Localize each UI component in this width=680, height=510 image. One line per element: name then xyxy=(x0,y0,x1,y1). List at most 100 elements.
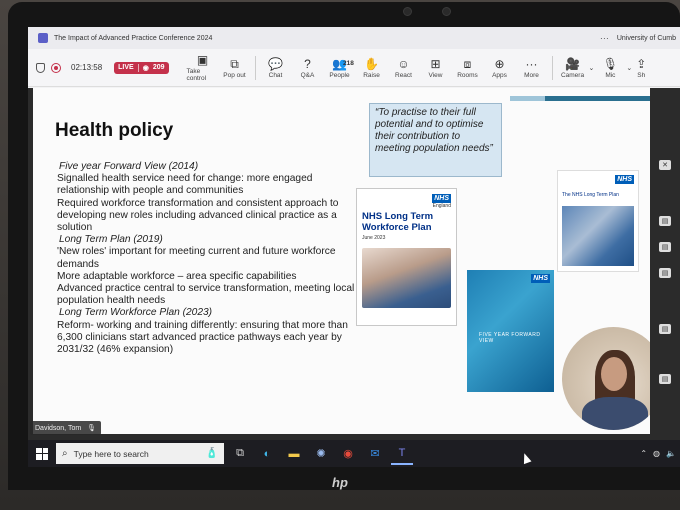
raise-hand-button[interactable]: ✋ Raise xyxy=(356,51,388,85)
muted-mic-icon-tag: 🎙 xyxy=(87,425,97,432)
pop-out-icon: ⧉ xyxy=(230,56,239,71)
meeting-stage: Health policy Five year Forward View (20… xyxy=(28,88,680,440)
nhs-logo-3: NHS xyxy=(615,175,634,184)
more-icon: ··· xyxy=(525,56,538,71)
take-control-icon: ▣ xyxy=(196,53,209,67)
apps-button[interactable]: ⊕ Apps xyxy=(484,51,516,85)
live-separator xyxy=(137,63,139,72)
chat-icon: 💬 xyxy=(268,56,283,71)
search-highlight-icon: 🧴 xyxy=(205,448,218,459)
workforce-plan-cover: NHS England NHS Long Term Workforce Plan… xyxy=(356,188,457,326)
title-more-icon[interactable]: ··· xyxy=(600,33,609,43)
file-explorer-icon[interactable]: ▬ xyxy=(283,443,305,465)
chrome-icon[interactable]: ◉ xyxy=(337,443,359,465)
participant-tile-icon[interactable]: ▤ xyxy=(659,216,671,226)
settings-icon[interactable]: ✺ xyxy=(310,443,332,465)
outlook-icon[interactable]: ✉ xyxy=(364,443,386,465)
quote-box: “To practise to their full potential and… xyxy=(369,103,502,177)
toolbar-divider xyxy=(254,55,256,80)
shield-icon[interactable] xyxy=(36,62,45,73)
meeting-timer: 02:13:58 xyxy=(71,63,103,72)
rooms-button[interactable]: ⧈ Rooms xyxy=(452,51,484,85)
presenter-face xyxy=(601,357,627,391)
raise-hand-icon: ✋ xyxy=(364,56,379,71)
task-view-icon[interactable]: ⧉ xyxy=(229,443,251,465)
share-icon: ⇪ xyxy=(636,56,647,71)
long-term-plan-image xyxy=(562,206,634,266)
slide-bullet: Signalled health service need for change… xyxy=(57,173,313,197)
presenter-body xyxy=(582,397,648,430)
presentation-slide: Health policy Five year Forward View (20… xyxy=(33,88,665,434)
chat-button[interactable]: 💬 Chat xyxy=(260,51,292,85)
webcam-sensor xyxy=(442,7,451,16)
slide-title: Health policy xyxy=(55,120,174,141)
slide-bullet: Reform- working and training differently… xyxy=(57,319,348,356)
organization-name[interactable]: University of Cumb xyxy=(617,35,676,42)
nhs-england-label: England xyxy=(432,203,451,209)
react-button[interactable]: ☺ React xyxy=(388,51,420,85)
slide-bullet: More adaptable workforce – area specific… xyxy=(57,270,297,282)
cover-photo-image xyxy=(362,248,451,308)
taskbar-search-input[interactable]: ⌕ Type here to search 🧴 xyxy=(56,443,224,464)
live-badge[interactable]: LIVE ◉ 209 xyxy=(114,61,169,74)
windows-start-icon[interactable] xyxy=(36,447,48,460)
people-button[interactable]: 👥 218 People xyxy=(324,51,356,85)
live-label: LIVE xyxy=(118,64,134,71)
chevron-up-icon[interactable]: ⌃ xyxy=(640,449,647,458)
slide-bullet: Advanced practice central to service tra… xyxy=(57,283,355,307)
webcam-lens xyxy=(403,7,412,16)
qa-button[interactable]: ? Q&A xyxy=(292,51,324,85)
meeting-toolbar: 02:13:58 LIVE ◉ 209 ▣ Take control ⧉ Pop… xyxy=(28,49,680,87)
edge-icon[interactable]: ◐ xyxy=(256,443,278,465)
participant-name: Davidson, Tom xyxy=(35,424,82,432)
qa-icon: ? xyxy=(304,56,311,71)
volume-icon[interactable]: 🔈 xyxy=(666,449,676,458)
slide-body: Five year Forward View (2014) Signalled h… xyxy=(57,161,357,356)
hp-logo: hp xyxy=(332,475,348,490)
windows-taskbar: ⌕ Type here to search 🧴 ⧉ ◐ ▬ ✺ ◉ ✉ T ⌃ … xyxy=(28,440,680,467)
chat-label: Chat xyxy=(268,71,283,79)
apps-icon: ⊕ xyxy=(494,56,505,71)
view-icon: ⊞ xyxy=(430,56,441,71)
slide-subheading: Long Term Plan (2019) xyxy=(59,234,163,246)
react-icon: ☺ xyxy=(397,56,410,71)
system-tray: ⌃ ◍ 🔈 xyxy=(640,449,680,458)
muted-mic-icon[interactable]: ✕ xyxy=(659,160,671,170)
camera-button[interactable]: 🎥 Camera xyxy=(557,51,589,85)
more-label: More xyxy=(524,71,539,79)
more-button[interactable]: ··· More xyxy=(516,51,548,85)
people-icon: 👥 218 xyxy=(332,57,354,72)
participant-tile-icon-3[interactable]: ▤ xyxy=(659,268,671,278)
rooms-label: Rooms xyxy=(457,71,478,79)
take-control-button[interactable]: ▣ Take control xyxy=(187,51,219,85)
long-term-plan-title: The NHS Long Term Plan xyxy=(562,192,619,198)
pop-out-label: Pop out xyxy=(223,71,246,79)
mic-label: Mic xyxy=(605,71,616,79)
nhs-logo-2: NHS xyxy=(531,274,550,283)
view-label: View xyxy=(428,71,443,79)
nhs-logo: NHS xyxy=(432,194,451,203)
participant-rail: ✕ ▤ ▤ ▤ ▤ ▤ xyxy=(650,88,680,440)
participant-tile-icon-4[interactable]: ▤ xyxy=(659,324,671,334)
laptop-screen: The Impact of Advanced Practice Conferen… xyxy=(28,27,680,467)
camera-label: Camera xyxy=(560,71,585,79)
react-label: React xyxy=(395,71,412,79)
view-button[interactable]: ⊞ View xyxy=(420,51,452,85)
search-icon: ⌕ xyxy=(62,448,68,459)
workforce-plan-title: NHS Long Term Workforce Plan xyxy=(362,211,434,233)
slide-bullet: 'New roles' important for meeting curren… xyxy=(57,246,336,270)
share-button[interactable]: ⇪ Sh xyxy=(632,51,650,85)
participant-tile-icon-2[interactable]: ▤ xyxy=(659,242,671,252)
pop-out-button[interactable]: ⧉ Pop out xyxy=(219,51,251,85)
teams-icon[interactable]: T xyxy=(391,443,413,465)
network-icon[interactable]: ◍ xyxy=(653,449,660,458)
slide-subheading: Five year Forward View (2014) xyxy=(59,161,199,172)
people-count-badge: 218 xyxy=(343,59,354,67)
slide-subheading: Long Term Workforce Plan (2023) xyxy=(59,307,213,319)
teams-title-bar: The Impact of Advanced Practice Conferen… xyxy=(28,27,680,49)
take-control-label: Take control xyxy=(186,68,207,82)
participant-tile-icon-5[interactable]: ▤ xyxy=(659,374,671,384)
raise-label: Raise xyxy=(363,71,380,79)
slide-bullet: Required workforce transformation and co… xyxy=(57,197,339,234)
mic-button[interactable]: 🎙 Mic xyxy=(594,51,626,85)
